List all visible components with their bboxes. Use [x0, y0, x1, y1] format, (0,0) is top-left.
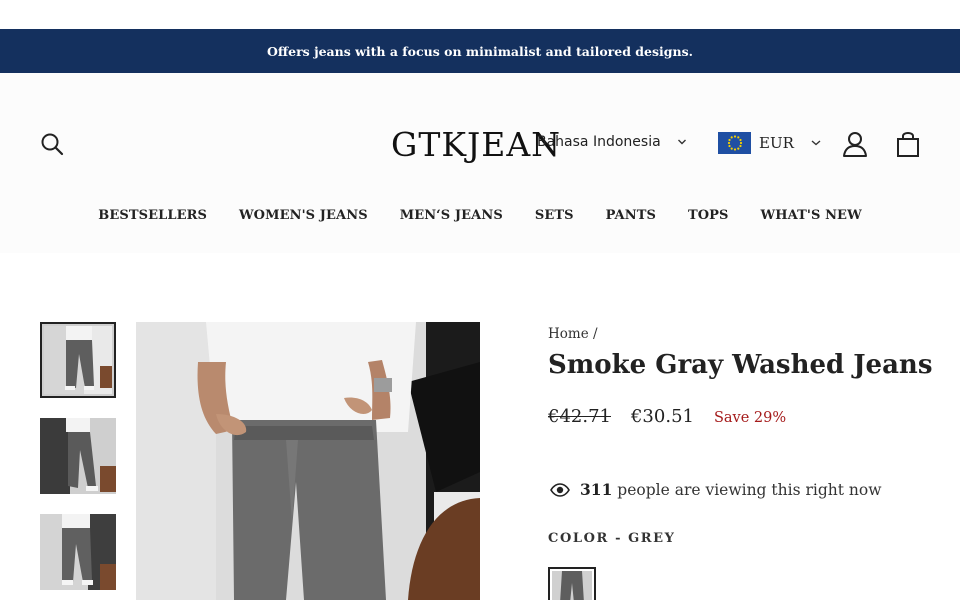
original-price: €42.71 — [548, 406, 611, 427]
swatch-image — [552, 571, 592, 600]
language-selector[interactable]: Bahasa Indonesia — [537, 134, 687, 150]
nav-item-womens-jeans[interactable]: WOMEN'S JEANS — [239, 208, 368, 223]
breadcrumb-separator: / — [593, 326, 598, 342]
cart-icon — [897, 132, 919, 157]
search-button[interactable] — [38, 130, 66, 158]
account-icon — [843, 132, 867, 157]
account-button[interactable] — [840, 129, 870, 159]
top-strip — [0, 0, 960, 29]
flag-eu-icon — [718, 132, 751, 154]
language-label: Bahasa Indonesia — [537, 134, 661, 150]
chevron-down-icon — [677, 139, 686, 145]
price-row: €42.71 €30.51 Save 29% — [548, 406, 786, 427]
announcement-bar: Offers jeans with a focus on minimalist … — [0, 29, 960, 73]
color-label: COLOR - GREY — [548, 531, 676, 546]
viewing-text: people are viewing this right now — [617, 481, 882, 499]
product-main-image[interactable] — [136, 322, 480, 600]
product-thumbnail-image — [44, 326, 112, 394]
nav-item-mens-jeans[interactable]: MEN‘S JEANS — [400, 208, 503, 223]
save-badge: Save 29% — [713, 410, 787, 426]
currency-label: EUR — [759, 134, 794, 152]
product-title: Smoke Gray Washed Jeans — [548, 350, 933, 380]
product-thumbnail[interactable] — [40, 418, 116, 494]
search-icon — [41, 133, 64, 156]
nav-item-pants[interactable]: PANTS — [606, 208, 656, 223]
product-photo — [136, 322, 480, 600]
breadcrumb-home-link[interactable]: Home — [548, 326, 589, 342]
color-label-prefix: COLOR - — [548, 531, 623, 546]
sale-price: €30.51 — [630, 406, 694, 427]
product-thumbnail[interactable] — [40, 514, 116, 590]
cart-button[interactable] — [893, 129, 923, 159]
product-thumbnail-image — [40, 418, 116, 494]
nav-item-whats-new[interactable]: WHAT'S NEW — [761, 208, 862, 223]
breadcrumb: Home / — [548, 326, 598, 342]
eye-icon — [550, 482, 570, 497]
color-value: GREY — [628, 531, 676, 546]
product-thumbnail[interactable] — [40, 322, 116, 398]
main-nav: BESTSELLERS WOMEN'S JEANS MEN‘S JEANS SE… — [0, 208, 960, 223]
chevron-down-icon — [811, 140, 821, 146]
announcement-text: Offers jeans with a focus on minimalist … — [267, 43, 693, 59]
nav-item-sets[interactable]: SETS — [535, 208, 574, 223]
nav-item-bestsellers[interactable]: BESTSELLERS — [98, 208, 207, 223]
product-thumbnail-image — [40, 514, 116, 590]
nav-item-tops[interactable]: TOPS — [688, 208, 729, 223]
viewing-counter: 311 people are viewing this right now — [550, 480, 881, 499]
color-swatch-grey[interactable] — [548, 567, 596, 600]
site-header: GTKJEAN Bahasa Indonesia EUR BESTSELLERS… — [0, 73, 960, 253]
site-logo[interactable]: GTKJEAN — [391, 125, 561, 164]
currency-selector[interactable]: EUR — [718, 132, 824, 154]
viewing-count: 311 — [580, 480, 613, 499]
